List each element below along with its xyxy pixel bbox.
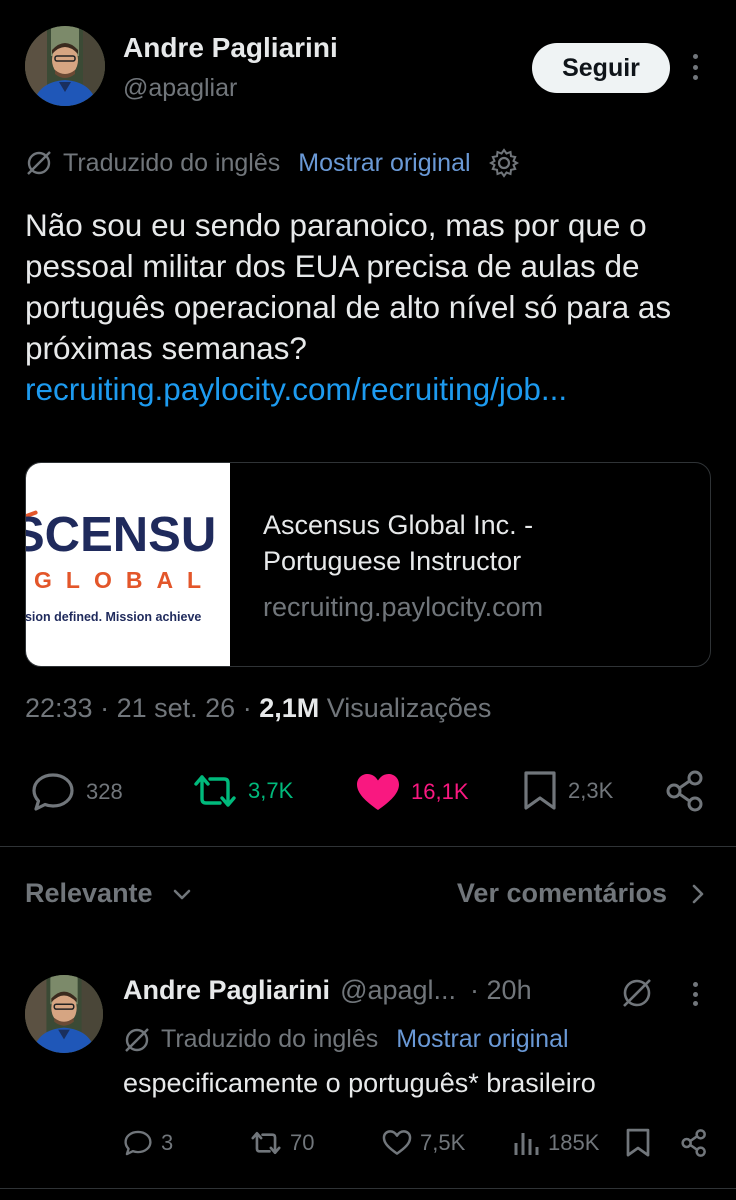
chevron-down-icon [173,889,190,899]
share-icon [666,770,703,812]
reply-author-handle[interactable]: @apagl... [340,975,456,1006]
like-count: 16,1K [411,779,469,804]
more-icon[interactable] [690,54,700,80]
reply-button[interactable]: 328 [30,771,123,813]
translate-icon[interactable] [620,976,654,1015]
repost-icon [194,775,236,807]
divider [0,1188,736,1189]
bookmark-button[interactable]: 2,3K [522,770,613,812]
post-time[interactable]: 22:33 [25,693,93,723]
share-icon [681,1129,706,1157]
reply-author-avatar[interactable] [25,975,103,1053]
post-views-count: 2,1M [259,693,320,723]
replies-sort-bar: Relevante Ver comentários [25,878,711,920]
view-comments-link[interactable]: Ver comentários [457,878,711,909]
post-views-label: Visualizações [326,693,492,723]
post-text: Não sou eu sendo paranoico, mas por que … [25,205,715,410]
reply-repost-count: 70 [290,1130,315,1155]
like-button[interactable]: 16,1K [355,772,469,812]
follow-button[interactable]: Seguir [532,43,670,93]
views-icon [514,1133,539,1155]
reply-views-count: 185K [548,1130,600,1155]
sort-label: Relevante [25,878,153,908]
post-link[interactable]: recruiting.paylocity.com/recruiting/job.… [25,369,715,410]
card-logo-main: SCENSU [26,508,217,562]
reply-translated-label: Traduzido do inglês [161,1025,379,1053]
reply-show-original-link[interactable]: Mostrar original [396,1025,568,1054]
card-title: Ascensus Global Inc. - Portuguese Instru… [263,510,534,576]
translate-icon [25,149,53,177]
reply-more-icon[interactable] [690,982,700,1006]
post-meta: 22:33 · 21 set. 26 · 2,1M Visualizações [25,693,491,724]
view-comments-label: Ver comentários [456,878,667,908]
post-action-bar: 328 3,7K 16,1K 2,3K [0,765,736,815]
link-card[interactable]: SCENSU GLOBAL ssion defined. Mission ach… [25,462,711,667]
translate-icon [123,1026,151,1054]
reply-icon [32,773,74,811]
reply-translation-bar: Traduzido do inglês Mostrar original [123,1025,569,1054]
reply-repost-button[interactable]: 70 [250,1129,314,1157]
heart-icon [357,774,399,810]
translation-bar: Traduzido do inglês Mostrar original [25,148,519,178]
translated-label: Traduzido do inglês [63,148,281,177]
bookmark-icon [626,1128,650,1157]
show-original-link[interactable]: Mostrar original [298,149,470,178]
reply-like-button[interactable]: 7,5K [382,1129,465,1156]
card-logo-sub: GLOBAL [34,567,216,593]
card-image: SCENSU GLOBAL ssion defined. Mission ach… [26,463,230,666]
chevron-right-icon [692,884,704,903]
reply-icon [124,1130,152,1156]
reply-like-count: 7,5K [420,1129,466,1155]
repost-button[interactable]: 3,7K [192,771,293,811]
heart-icon [382,1130,412,1155]
reply-text: especificamente o português* brasileiro [123,1068,596,1098]
repost-icon [251,1131,281,1155]
author-name[interactable]: Andre Pagliarini [123,32,338,64]
repost-count: 3,7K [248,778,294,803]
bookmark-icon [524,771,556,810]
reply-views-button[interactable]: 185K [512,1129,599,1157]
post-date[interactable]: 21 set. 26 [117,693,236,723]
reply-reply-count: 3 [161,1130,174,1155]
share-button[interactable] [664,769,706,813]
reply-author-name[interactable]: Andre Pagliarini [123,975,330,1006]
author-avatar[interactable] [25,26,105,106]
card-domain: recruiting.paylocity.com [263,592,544,622]
card-logo-tagline: ssion defined. Mission achieve [26,610,202,624]
reply-reply-button[interactable]: 3 [123,1129,173,1157]
bookmark-count: 2,3K [568,778,614,803]
reply-action-bar: 3 70 7,5K 185K [0,1125,736,1165]
author-handle[interactable]: @apagliar [123,74,237,103]
reply-age[interactable]: · 20h [470,975,532,1006]
reply-header: Andre Pagliarini @apagl... · 20h [123,975,532,1006]
reply-bookmark-button[interactable] [625,1128,651,1158]
sort-dropdown[interactable]: Relevante [25,878,195,909]
meta-sep-1: · [100,693,110,723]
reply-count: 328 [86,779,123,804]
divider [0,846,736,847]
gear-icon[interactable] [488,148,519,178]
post-body: Não sou eu sendo paranoico, mas por que … [25,207,672,366]
meta-sep-2: · [242,693,252,723]
reply-share-button[interactable] [680,1127,708,1159]
